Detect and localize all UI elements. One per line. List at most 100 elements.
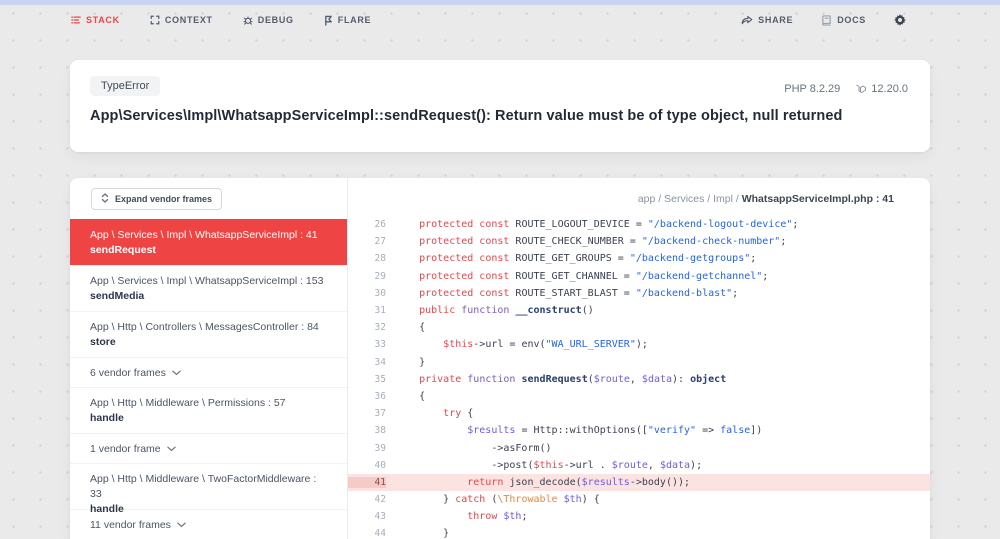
action-label: SHARE	[758, 15, 793, 25]
tab-context[interactable]: CONTEXT	[150, 15, 213, 25]
line-number: 37	[348, 408, 386, 419]
error-summary-card: TypeError App\Services\Impl\WhatsappServ…	[70, 60, 930, 152]
line-number: 44	[348, 528, 386, 539]
code-line: 32 {	[348, 319, 930, 336]
code-line: 28 protected const ROUTE_GET_GROUPS = "/…	[348, 250, 930, 267]
code-line: 27 protected const ROUTE_CHECK_NUMBER = …	[348, 233, 930, 250]
line-number: 40	[348, 460, 386, 471]
line-source: $results = Http::withOptions(["verify" =…	[386, 425, 762, 436]
line-source: } catch (\Throwable $th) {	[386, 494, 600, 505]
frame-method: sendMedia	[90, 289, 327, 304]
line-source: private function sendRequest($route, $da…	[386, 374, 726, 385]
line-number: 30	[348, 288, 386, 299]
code-line: 34 }	[348, 354, 930, 371]
code-line: 29 protected const ROUTE_GET_CHANNEL = "…	[348, 268, 930, 285]
flare-flag-icon	[324, 15, 333, 26]
code-line: 39 ->asForm()	[348, 439, 930, 456]
line-number: 39	[348, 443, 386, 454]
line-source: }	[386, 357, 425, 368]
php-version: PHP 8.2.29	[784, 83, 840, 95]
tab-debug[interactable]: DEBUG	[243, 15, 294, 25]
frame-path: App \ Services \ Impl \ WhatsappServiceI…	[90, 228, 327, 243]
nav-actions: SHARE DOCS	[741, 14, 906, 26]
tab-label: FLARE	[338, 15, 372, 25]
stack-list-icon	[71, 15, 81, 25]
line-number: 29	[348, 271, 386, 282]
line-source: ->asForm()	[386, 443, 552, 454]
code-line: 38 $results = Http::withOptions(["verify…	[348, 422, 930, 439]
version-info: PHP 8.2.29 12.20.0	[784, 83, 908, 95]
breadcrumb-file: WhatsappServiceImpl.php : 41	[742, 193, 894, 205]
share-button[interactable]: SHARE	[741, 15, 793, 25]
code-line: 36 {	[348, 388, 930, 405]
unfold-icon	[101, 193, 109, 205]
code-line: 44 }	[348, 525, 930, 539]
line-number: 27	[348, 236, 386, 247]
line-source: protected const ROUTE_CHECK_NUMBER = "/b…	[386, 236, 786, 247]
frame-path: App \ Services \ Impl \ WhatsappServiceI…	[90, 274, 327, 289]
vendor-frames-toggle[interactable]: 1 vendor frame	[70, 433, 347, 463]
code-line: 31 public function __construct()	[348, 302, 930, 319]
exception-class-badge: TypeError	[90, 76, 160, 96]
stack-frame-active[interactable]: App \ Services \ Impl \ WhatsappServiceI…	[70, 219, 347, 265]
line-number: 32	[348, 322, 386, 333]
chevron-down-icon	[172, 367, 181, 379]
nav-tabs: STACK CONTEXT DEBUG FLARE	[71, 15, 741, 26]
chevron-down-icon	[167, 443, 176, 455]
top-navigation: STACK CONTEXT DEBUG FLARE SHARE DOCS	[0, 5, 1000, 35]
code-line: 37 try {	[348, 405, 930, 422]
stack-trace-card: Expand vendor frames App \ Services \ Im…	[70, 178, 930, 539]
code-line: 30 protected const ROUTE_START_BLAST = "…	[348, 285, 930, 302]
frame-path: App \ Http \ Middleware \ TwoFactorMiddl…	[90, 472, 327, 502]
vendor-frames-toggle[interactable]: 6 vendor frames	[70, 357, 347, 387]
line-number: 34	[348, 357, 386, 368]
error-message: App\Services\Impl\WhatsappServiceImpl::s…	[90, 108, 910, 124]
framework-version: 12.20.0	[855, 83, 908, 95]
line-source: $this->url = env("WA_URL_SERVER");	[386, 339, 648, 350]
line-number: 26	[348, 219, 386, 230]
stack-frame[interactable]: App \ Services \ Impl \ WhatsappServiceI…	[70, 265, 347, 311]
code-line: 43 throw $th;	[348, 508, 930, 525]
line-source: return json_decode($results->body());	[386, 477, 690, 488]
file-breadcrumb: app / Services / Impl / WhatsappServiceI…	[348, 178, 930, 205]
frame-method: sendRequest	[90, 243, 327, 258]
breadcrumb-path: app / Services / Impl /	[638, 193, 742, 205]
frame-path: App \ Http \ Middleware \ Permissions : …	[90, 396, 327, 411]
line-number: 28	[348, 253, 386, 264]
line-source: throw $th;	[386, 511, 527, 522]
code-snippet: 26 protected const ROUTE_LOGOUT_DEVICE =…	[348, 216, 930, 539]
frames-list: App \ Services \ Impl \ WhatsappServiceI…	[70, 219, 347, 539]
line-source: protected const ROUTE_START_BLAST = "/ba…	[386, 288, 738, 299]
line-number: 38	[348, 425, 386, 436]
vendor-frames-label: 11 vendor frames	[90, 519, 171, 531]
expand-vendor-frames-button[interactable]: Expand vendor frames	[91, 188, 222, 210]
frame-method: store	[90, 335, 327, 350]
line-source: }	[386, 528, 449, 539]
stack-frame[interactable]: App \ Http \ Controllers \ MessagesContr…	[70, 311, 347, 357]
line-source: protected const ROUTE_LOGOUT_DEVICE = "/…	[386, 219, 798, 230]
tab-label: CONTEXT	[165, 15, 213, 25]
stack-frame[interactable]: App \ Http \ Middleware \ Permissions : …	[70, 387, 347, 433]
share-arrow-icon	[741, 15, 753, 25]
line-number: 36	[348, 391, 386, 402]
docs-button[interactable]: DOCS	[821, 15, 866, 26]
tab-flare[interactable]: FLARE	[324, 15, 372, 26]
line-number: 35	[348, 374, 386, 385]
tab-stack[interactable]: STACK	[71, 15, 120, 25]
settings-gear-icon[interactable]	[894, 14, 906, 26]
bug-icon	[243, 15, 253, 25]
expand-row: Expand vendor frames	[70, 178, 347, 219]
vendor-frames-label: 6 vendor frames	[90, 367, 166, 379]
line-number: 41	[348, 477, 386, 488]
code-panel: app / Services / Impl / WhatsappServiceI…	[348, 178, 930, 539]
line-source: try {	[386, 408, 473, 419]
tab-label: STACK	[86, 15, 120, 25]
tab-label: DEBUG	[258, 15, 294, 25]
laravel-icon	[855, 83, 867, 95]
code-line: 33 $this->url = env("WA_URL_SERVER");	[348, 336, 930, 353]
code-line-highlighted: 41 return json_decode($results->body());	[348, 474, 930, 491]
frame-method: handle	[90, 411, 327, 426]
stack-frame[interactable]: App \ Http \ Middleware \ TwoFactorMiddl…	[70, 463, 347, 509]
code-line: 26 protected const ROUTE_LOGOUT_DEVICE =…	[348, 216, 930, 233]
line-source: public function __construct()	[386, 305, 594, 316]
